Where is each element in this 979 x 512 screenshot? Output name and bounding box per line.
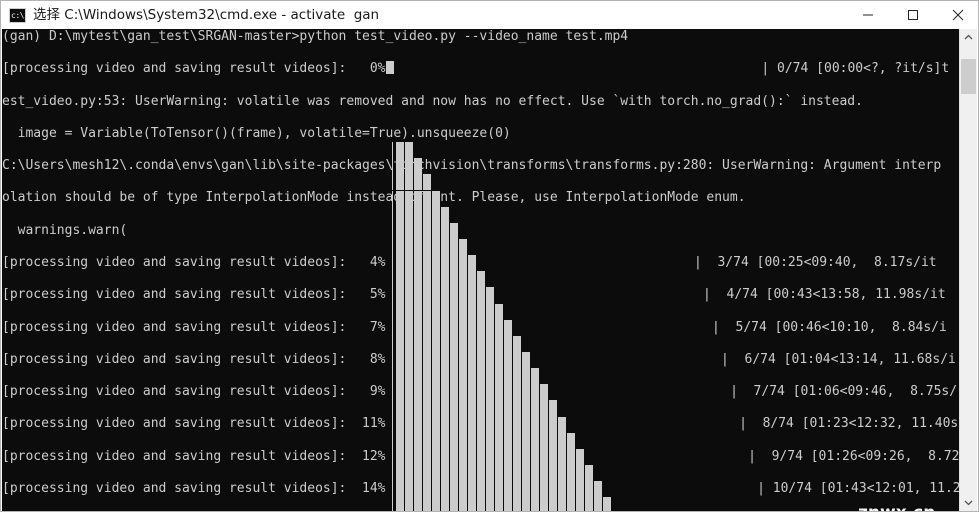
progress-stats: | 8/74 [01:23<12:32, 11.40s/: [739, 416, 961, 432]
block-cursor: [385, 61, 394, 75]
progress-stats: | 10/74 [01:43<12:01, 11.28s: [757, 481, 961, 497]
prompt-line: (gan) D:\mytest\gan_test\SRGAN-master>py…: [2, 29, 629, 44]
console-icon: [9, 7, 28, 23]
progress-line: [processing video and saving result vide…: [2, 449, 961, 465]
scroll-up-arrow-icon[interactable]: [960, 29, 977, 46]
progress-line: [processing video and saving result vide…: [2, 287, 946, 303]
console-warning-line: C:\Users\mesh12\.conda\envs\gan\lib\site…: [2, 158, 942, 174]
console-text: (gan) D:\mytest\gan_test\SRGAN-master>py…: [2, 29, 961, 511]
close-button[interactable]: [935, 1, 978, 29]
console-warning-line: image = Variable(ToTensor()(frame), vola…: [2, 125, 511, 141]
console-warning-line: olation should be of type InterpolationM…: [2, 190, 746, 206]
scrollbar-thumb[interactable]: [961, 59, 976, 94]
console-output-area[interactable]: (gan) D:\mytest\gan_test\SRGAN-master>py…: [2, 29, 961, 511]
progress-line: [processing video and saving result vide…: [2, 351, 956, 367]
progress-line: [processing video and saving result vide…: [2, 384, 958, 400]
watermark-primary: znwx.cn: [858, 503, 935, 511]
console-warning-line: warnings.warn(: [2, 222, 128, 238]
progress-stats: | 4/74 [00:43<13:58, 11.98s/it: [703, 287, 946, 303]
cmd-window: 选择 C:\Windows\System32\cmd.exe - activat…: [0, 0, 979, 512]
scrollbar-track[interactable]: [960, 46, 977, 494]
progress-stats: | 7/74 [01:06<09:46, 8.75s/: [730, 384, 958, 400]
console-warning-line: est_video.py:53: UserWarning: volatile w…: [2, 93, 863, 109]
window-controls: [845, 1, 978, 29]
progress-stats: | 6/74 [01:04<13:14, 11.68s/i: [721, 351, 956, 367]
vertical-scrollbar[interactable]: [959, 29, 977, 511]
progress-stats: | 3/74 [00:25<09:40, 8.17s/it: [694, 255, 937, 271]
progress-line: [processing video and saving result vide…: [2, 481, 961, 497]
title-bar[interactable]: 选择 C:\Windows\System32\cmd.exe - activat…: [1, 1, 978, 29]
window-title: 选择 C:\Windows\System32\cmd.exe - activat…: [33, 7, 380, 23]
minimize-button[interactable]: [845, 1, 890, 29]
maximize-button[interactable]: [890, 1, 935, 29]
tqdm-init-line: [processing video and saving result vide…: [2, 61, 950, 77]
progress-stats: | 9/74 [01:26<09:26, 8.72s: [748, 448, 961, 464]
progress-line: [processing video and saving result vide…: [2, 255, 937, 271]
scroll-down-arrow-icon[interactable]: [960, 494, 977, 511]
progress-line: [processing video and saving result vide…: [2, 319, 947, 335]
progress-line: [processing video and saving result vide…: [2, 416, 961, 432]
progress-stats: | 5/74 [00:46<10:10, 8.84s/i: [712, 319, 947, 335]
